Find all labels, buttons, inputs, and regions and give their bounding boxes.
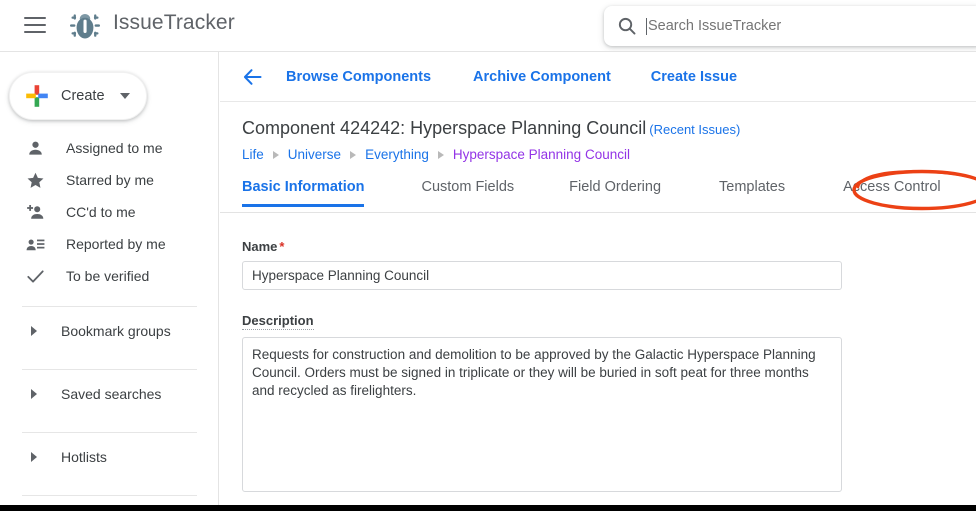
search-box[interactable]: Search IssueTracker: [604, 6, 976, 46]
action-bar: Browse Components Archive Component Crea…: [220, 52, 976, 102]
person-add-icon: [27, 204, 44, 219]
create-button[interactable]: Create: [9, 72, 147, 120]
required-marker: *: [279, 239, 285, 254]
sidebar-item-label: Starred by me: [66, 172, 154, 188]
hamburger-line: [24, 24, 46, 26]
star-icon: [27, 172, 44, 188]
bottom-cutoff-bar: [0, 505, 976, 511]
triangle-right-icon: [31, 389, 37, 399]
search-input[interactable]: Search IssueTracker: [648, 19, 781, 34]
brand-title: IssueTracker: [113, 11, 235, 34]
create-issue-link[interactable]: Create Issue: [651, 69, 737, 85]
google-plus-icon: [26, 85, 48, 107]
top-app-bar: IssueTracker Search IssueTracker: [0, 0, 976, 51]
breadcrumb-item-universe[interactable]: Universe: [288, 147, 341, 162]
tab-basic-information[interactable]: Basic Information: [242, 179, 365, 207]
breadcrumb-item-current[interactable]: Hyperspace Planning Council: [453, 147, 630, 162]
breadcrumb-separator-icon: [272, 150, 279, 159]
tab-templates[interactable]: Templates: [719, 179, 785, 206]
sidebar-item-label: Reported by me: [66, 236, 166, 252]
bug-logo-icon[interactable]: [67, 8, 103, 44]
browse-components-link[interactable]: Browse Components: [286, 69, 431, 85]
sidebar-item-assigned-to-me[interactable]: Assigned to me: [0, 132, 218, 164]
breadcrumb: Life Universe Everything Hyperspace Plan…: [242, 147, 976, 162]
sidebar-item-ccd-to-me[interactable]: CC'd to me: [0, 196, 218, 228]
description-field-label: Description: [242, 313, 976, 330]
sidebar-group-label: Bookmark groups: [61, 323, 171, 339]
breadcrumb-item-everything[interactable]: Everything: [365, 147, 429, 162]
tab-field-ordering[interactable]: Field Ordering: [569, 179, 661, 206]
hamburger-line: [24, 17, 46, 19]
triangle-right-icon: [31, 452, 37, 462]
name-label-text: Name: [242, 239, 278, 254]
tab-access-control[interactable]: Access Control: [843, 179, 941, 206]
page-title-text: Component 424242: Hyperspace Planning Co…: [242, 118, 647, 138]
sidebar-group-label: Saved searches: [61, 386, 162, 402]
sidebar-group-saved-searches[interactable]: Saved searches: [0, 370, 218, 418]
sidebar-item-label: To be verified: [66, 268, 150, 284]
sidebar-item-label: Assigned to me: [66, 140, 163, 156]
sidebar-item-starred-by-me[interactable]: Starred by me: [0, 164, 218, 196]
breadcrumb-separator-icon: [350, 150, 357, 159]
breadcrumb-separator-icon: [437, 150, 444, 159]
arrow-left-icon[interactable]: [242, 66, 264, 88]
description-textarea[interactable]: [242, 337, 842, 492]
basic-information-form: Name* Description: [220, 213, 976, 497]
main-content: Browse Components Archive Component Crea…: [220, 52, 976, 511]
sidebar-nav-list: Assigned to me Starred by me CC'd to me: [0, 132, 218, 511]
sidebar-group-hotlists[interactable]: Hotlists: [0, 433, 218, 481]
breadcrumb-item-life[interactable]: Life: [242, 147, 264, 162]
check-icon: [27, 269, 44, 283]
name-input[interactable]: [242, 261, 842, 290]
archive-component-link[interactable]: Archive Component: [473, 69, 611, 85]
sidebar-group-bookmark-groups[interactable]: Bookmark groups: [0, 307, 218, 355]
create-button-label: Create: [61, 88, 105, 104]
sidebar-group-label: Hotlists: [61, 449, 107, 465]
chevron-down-icon[interactable]: [120, 93, 130, 99]
description-label-text: Description: [242, 313, 314, 330]
app-root: IssueTracker Search IssueTracker Create: [0, 0, 976, 511]
triangle-right-icon: [31, 326, 37, 336]
tab-custom-fields[interactable]: Custom Fields: [421, 179, 514, 206]
recent-issues-link[interactable]: (Recent Issues): [649, 122, 740, 137]
name-field-label: Name *: [242, 239, 976, 254]
sidebar-item-to-be-verified[interactable]: To be verified: [0, 260, 218, 292]
text-cursor: [646, 17, 647, 35]
form-spacer: [242, 290, 976, 313]
sidebar: Create Assigned to me Starred by me CC'd…: [0, 52, 219, 511]
sidebar-item-reported-by-me[interactable]: Reported by me: [0, 228, 218, 260]
hamburger-menu-icon[interactable]: [22, 14, 48, 36]
page-title: Component 424242: Hyperspace Planning Co…: [242, 118, 976, 139]
tab-bar: Basic Information Custom Fields Field Or…: [220, 169, 976, 213]
sidebar-item-label: CC'd to me: [66, 204, 136, 220]
hamburger-line: [24, 31, 46, 33]
search-icon: [618, 17, 636, 35]
person-icon: [29, 141, 42, 155]
person-list-icon: [26, 238, 45, 250]
